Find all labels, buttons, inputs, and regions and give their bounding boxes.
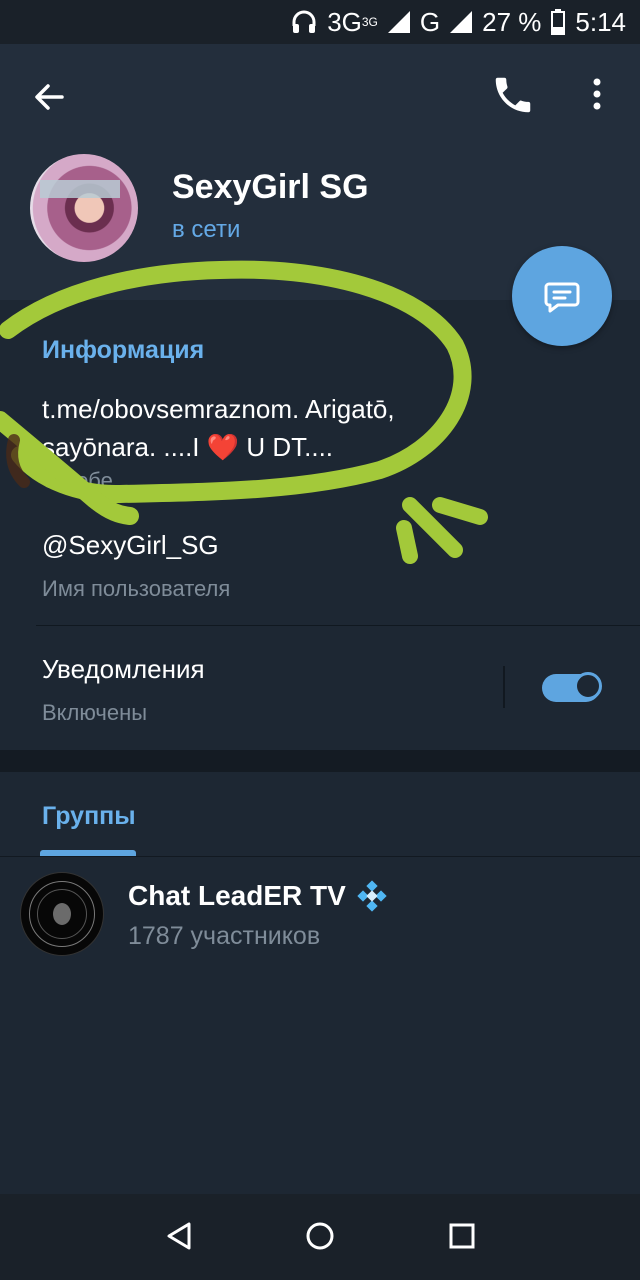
info-section-title: Информация <box>42 336 205 364</box>
system-nav-bar <box>0 1194 640 1280</box>
nav-recents-button[interactable] <box>446 1220 478 1252</box>
heart-emoji: ❤️ <box>206 432 240 462</box>
notifications-title[interactable]: Уведомления <box>42 654 205 685</box>
nav-home-button[interactable] <box>302 1218 338 1254</box>
back-button[interactable] <box>26 74 72 120</box>
group-avatar[interactable] <box>20 872 104 956</box>
signal-icon-2 <box>450 11 473 33</box>
bio-text[interactable]: t.me/obovsemraznom. Arigatō, sayōnara. .… <box>42 390 462 466</box>
signal-icon <box>387 11 410 33</box>
tab-divider <box>0 856 640 857</box>
more-vert-icon <box>593 78 601 110</box>
headphones-icon <box>291 10 317 34</box>
clock: 5:14 <box>575 6 626 37</box>
info-section: Информация t.me/obovsemraznom. Arigatō, … <box>0 300 640 750</box>
notifications-state: Включены <box>42 700 148 725</box>
username-label: Имя пользователя <box>42 576 231 601</box>
call-button[interactable] <box>490 72 536 118</box>
bio-label: О себе <box>42 468 113 493</box>
profile-name: SexyGirl SG <box>172 168 369 206</box>
bio-line-2: sayōnara. ....I ❤️ U DT.... <box>42 432 334 462</box>
online-status: в сети <box>172 216 241 243</box>
nav-back-icon <box>167 1222 191 1250</box>
bio-line-1: t.me/obovsemraznom. Arigatō, <box>42 394 395 424</box>
nav-home-icon <box>306 1222 334 1250</box>
nav-recents-icon <box>449 1223 475 1249</box>
group-name[interactable]: Chat LeadER TV <box>128 880 388 912</box>
avatar[interactable] <box>30 154 138 262</box>
group-members-count: 1787 участников <box>128 922 321 950</box>
status-bar: 3G 3G G 27 % 5:14 <box>0 0 640 44</box>
battery-percent: 27 % <box>482 6 542 37</box>
more-options-button[interactable] <box>580 72 614 118</box>
toggle-separator <box>503 666 505 708</box>
send-message-button[interactable] <box>512 246 612 346</box>
back-arrow-icon <box>35 84 64 110</box>
username[interactable]: @SexyGirl_SG <box>42 530 219 561</box>
divider <box>36 625 640 626</box>
network-type: 3G 3G <box>327 6 378 37</box>
section-gap <box>0 750 640 772</box>
message-icon <box>544 282 580 313</box>
notifications-toggle[interactable] <box>542 672 602 702</box>
nav-back-button[interactable] <box>162 1218 198 1254</box>
battery-icon <box>551 9 566 35</box>
groups-section: Группы Chat LeadER TV 1787 участников <box>0 772 640 1192</box>
network-type-2: G <box>419 6 441 37</box>
tab-groups[interactable]: Группы <box>42 802 136 831</box>
phone-icon <box>495 77 531 113</box>
diamond-icon <box>357 880 387 912</box>
